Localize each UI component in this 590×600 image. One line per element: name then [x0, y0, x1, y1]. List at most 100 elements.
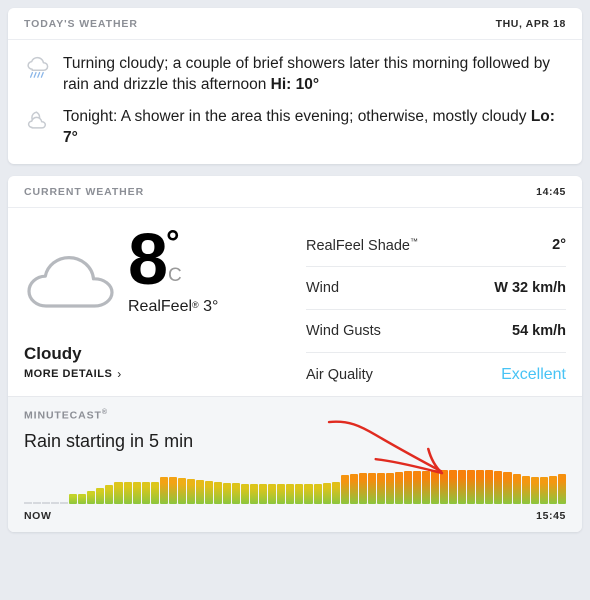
- current-condition: Cloudy: [24, 344, 82, 363]
- minutecast-bar: [259, 483, 268, 504]
- minutecast-bar: [132, 481, 141, 504]
- realfeel-trademark: ®: [192, 300, 199, 310]
- realfeel-row: RealFeel® 3°: [128, 298, 220, 316]
- minutecast-bar: [385, 472, 394, 504]
- minutecast-bar: [177, 477, 186, 504]
- detail-row-wind: Wind W 32 km/h: [306, 267, 566, 310]
- todays-weather-card: TODAY'S WEATHER THU, APR 18 Turning clou…: [8, 8, 582, 164]
- minutecast-bar: [403, 470, 413, 504]
- forecast-text-day: Turning cloudy; a couple of brief shower…: [63, 53, 566, 95]
- minutecast-bar: [241, 483, 250, 504]
- cloud-icon: [24, 246, 120, 320]
- temperature-line: 8 ° C: [128, 220, 220, 300]
- minutecast-bar: [340, 474, 349, 504]
- minutecast-bar: [431, 469, 440, 504]
- realfeel-shade-trademark: ™: [410, 236, 418, 246]
- realfeel-value: 3°: [203, 298, 219, 315]
- minutecast-bar: [494, 470, 503, 504]
- minutecast-bar: [87, 490, 96, 504]
- minutecast-bar: [440, 469, 449, 504]
- todays-weather-title: TODAY'S WEATHER: [24, 18, 138, 30]
- minutecast-bar: [367, 472, 376, 504]
- minutecast-bar: [195, 479, 204, 504]
- minutecast-bar: [141, 481, 150, 504]
- degree-symbol: °: [166, 224, 180, 262]
- minutecast-bar: [114, 481, 123, 504]
- temperature-unit-group: ° C: [166, 224, 182, 286]
- realfeel-label: RealFeel: [128, 298, 193, 315]
- minutecast-title: MINUTECAST®: [24, 409, 108, 422]
- detail-row-wind-gusts: Wind Gusts 54 km/h: [306, 310, 566, 353]
- minutecast-axis-end: 15:45: [536, 509, 566, 522]
- minutecast-bar: [422, 470, 431, 504]
- minutecast-bar: [467, 469, 476, 504]
- current-weather-time: 14:45: [536, 186, 566, 198]
- minutecast-bar: [168, 476, 177, 504]
- minutecast-chart[interactable]: [24, 468, 566, 504]
- temperature-unit: C: [168, 265, 182, 286]
- more-details-label: MORE DETAILS: [24, 368, 113, 380]
- minutecast-bar: [394, 471, 403, 504]
- minutecast-bar: [123, 481, 132, 504]
- minutecast-bar: [51, 501, 60, 504]
- minutecast-bar: [286, 483, 295, 504]
- minutecast-section[interactable]: MINUTECAST® Rain starting in 5 min NOW 1…: [8, 396, 582, 532]
- detail-row-realfeel-shade: RealFeel Shade™ 2°: [306, 224, 566, 267]
- moon-with-cloud-icon: [24, 109, 52, 135]
- minutecast-trademark: ®: [101, 409, 108, 416]
- detail-value-realfeel-shade: 2°: [552, 237, 566, 253]
- minutecast-bar: [204, 480, 213, 504]
- minutecast-bar: [512, 473, 521, 504]
- minutecast-bar: [295, 483, 304, 504]
- forecast-high-temp: Hi: 10°: [270, 76, 320, 93]
- current-weather-title: CURRENT WEATHER: [24, 186, 145, 198]
- minutecast-bar: [232, 482, 241, 504]
- detail-value-wind-gusts: 54 km/h: [512, 323, 566, 339]
- minutecast-bar: [548, 475, 557, 504]
- current-weather-body: 8 ° C RealFeel® 3° Cloudy MORE DETAILS ›…: [8, 208, 582, 396]
- minutecast-bar: [449, 469, 458, 504]
- condition-block: Cloudy MORE DETAILS ›: [24, 344, 294, 396]
- minutecast-bar: [268, 483, 277, 504]
- minutecast-bar: [105, 484, 114, 504]
- minutecast-bar: [78, 493, 87, 504]
- minutecast-bar: [213, 481, 223, 504]
- detail-value-wind: W 32 km/h: [494, 280, 566, 296]
- minutecast-bar: [250, 483, 259, 504]
- minutecast-bar: [521, 475, 530, 504]
- minutecast-bar: [376, 472, 385, 504]
- minutecast-bar: [358, 472, 367, 504]
- chevron-right-icon: ›: [117, 367, 122, 381]
- forecast-text-night: Tonight: A shower in the area this eveni…: [63, 106, 566, 148]
- minutecast-bar: [223, 482, 232, 504]
- minutecast-bar: [60, 501, 69, 504]
- current-temperature: 8: [128, 220, 168, 300]
- temperature-stack: 8 ° C RealFeel® 3°: [128, 220, 220, 316]
- forecast-description-night: Tonight: A shower in the area this eveni…: [63, 108, 531, 125]
- minutecast-bar: [530, 476, 539, 504]
- minutecast-bar: [96, 487, 105, 504]
- minutecast-bar: [277, 483, 286, 504]
- detail-label-wind-gusts: Wind Gusts: [306, 323, 381, 339]
- minutecast-headline: Rain starting in 5 min: [24, 430, 194, 451]
- cloud-with-rain-icon: [24, 56, 52, 82]
- forecast-row-day: Turning cloudy; a couple of brief shower…: [24, 53, 566, 95]
- minutecast-bar: [69, 493, 78, 504]
- minutecast-bar: [476, 469, 485, 504]
- more-details-link[interactable]: MORE DETAILS ›: [24, 368, 122, 380]
- current-weather-header: CURRENT WEATHER 14:45: [8, 176, 582, 208]
- detail-label-realfeel-shade: RealFeel Shade™: [306, 236, 418, 254]
- minutecast-bar: [331, 481, 340, 504]
- minutecast-bar: [485, 469, 494, 504]
- minutecast-bar: [159, 476, 168, 504]
- minutecast-bar: [186, 478, 195, 504]
- todays-weather-header: TODAY'S WEATHER THU, APR 18: [8, 8, 582, 40]
- minutecast-bar: [313, 483, 322, 504]
- minutecast-bar: [42, 501, 51, 504]
- detail-row-air-quality: Air Quality Excellent: [306, 353, 566, 396]
- minutecast-axis: NOW 15:45: [24, 510, 566, 522]
- minutecast-bar: [413, 470, 422, 504]
- air-quality-badge[interactable]: Excellent: [501, 366, 566, 384]
- detail-label-wind: Wind: [306, 280, 340, 296]
- minutecast-bar: [322, 482, 331, 504]
